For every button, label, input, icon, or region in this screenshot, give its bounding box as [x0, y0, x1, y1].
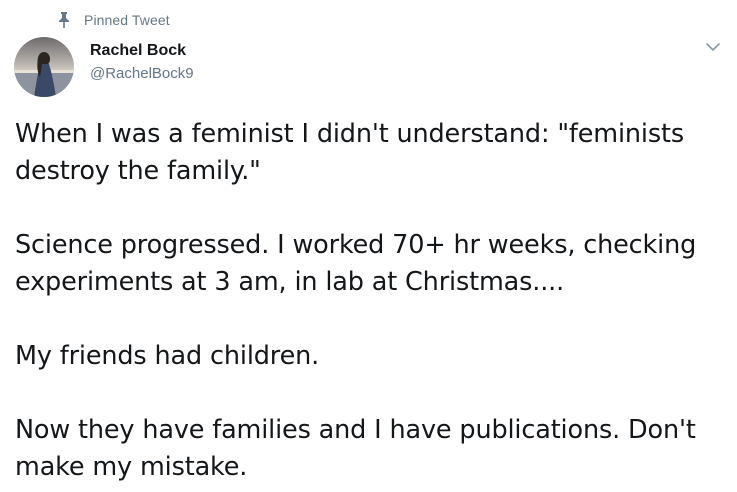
tweet-text: When I was a feminist I didn't understan… — [15, 116, 715, 486]
chevron-down-icon — [706, 39, 720, 57]
author-name[interactable]: Rachel Bock — [90, 41, 194, 61]
avatar[interactable] — [14, 37, 74, 97]
pin-icon — [58, 12, 70, 28]
tweet-paragraph: Now they have families and I have public… — [15, 415, 696, 482]
tweet-card: Pinned Tweet Rachel Bock @RachelBock9 Wh… — [0, 0, 737, 492]
tweet-menu-button[interactable] — [703, 38, 723, 58]
pinned-label: Pinned Tweet — [84, 12, 170, 28]
author-info: Rachel Bock @RachelBock9 — [90, 41, 194, 84]
tweet-paragraph: Science progressed. I worked 70+ hr week… — [15, 230, 697, 297]
tweet-paragraph: My friends had children. — [15, 341, 320, 371]
author-handle[interactable]: @RachelBock9 — [90, 64, 194, 84]
pinned-indicator: Pinned Tweet — [58, 9, 170, 31]
tweet-paragraph: When I was a feminist I didn't understan… — [15, 119, 684, 186]
